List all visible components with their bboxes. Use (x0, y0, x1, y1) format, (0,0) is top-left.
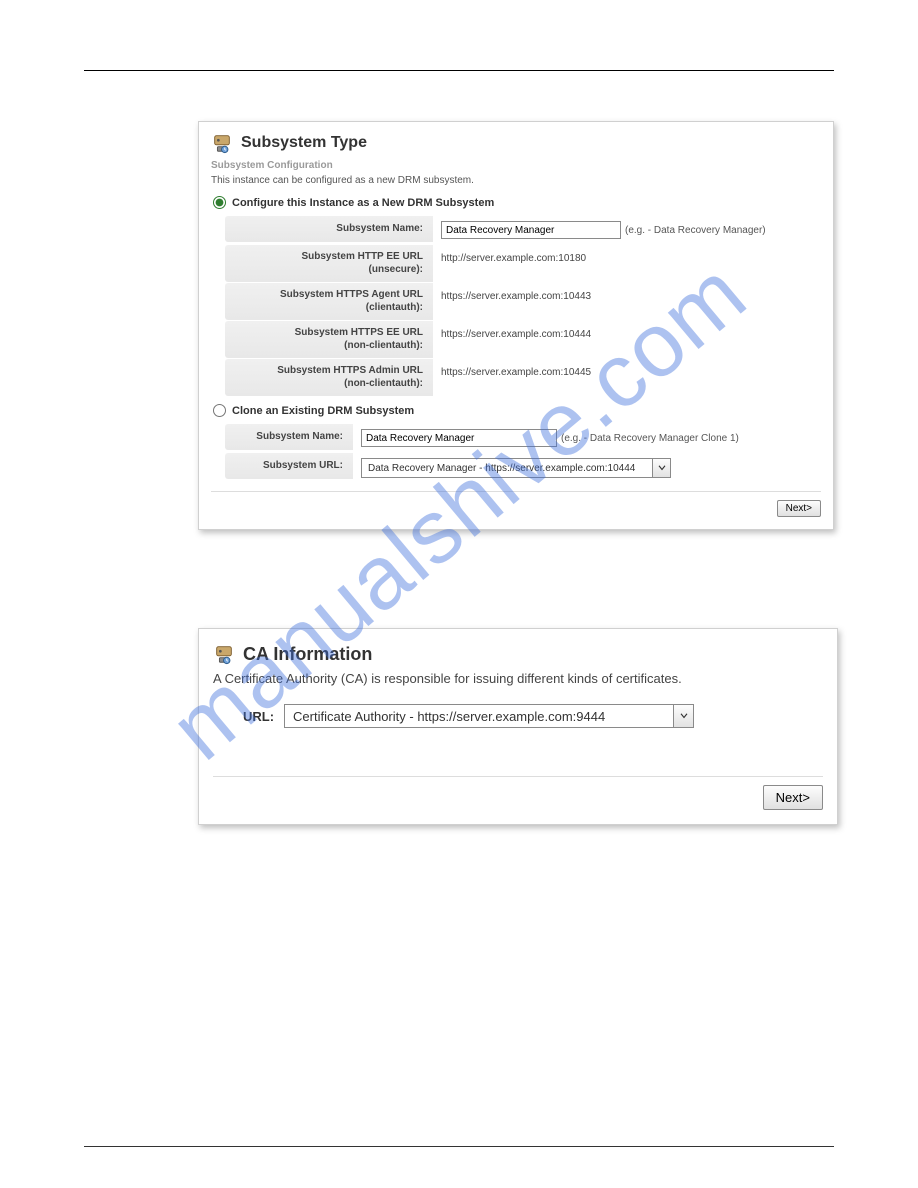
field-https-agent-url: Subsystem HTTPS Agent URL (clientauth): … (225, 282, 821, 320)
label-https-agent-url: Subsystem HTTPS Agent URL (clientauth): (225, 283, 433, 320)
panel-title: Subsystem Type (241, 134, 367, 152)
field-http-ee-url: Subsystem HTTP EE URL (unsecure): http:/… (225, 244, 821, 282)
select-clone-url-text: Data Recovery Manager - https://server.e… (362, 463, 652, 474)
server-icon (211, 132, 233, 154)
panel-subhead: Subsystem Configuration (211, 160, 821, 171)
bottom-divider (84, 1146, 834, 1147)
radio-new-input[interactable] (213, 196, 226, 209)
new-subsystem-fields: Subsystem Name: (e.g. - Data Recovery Ma… (225, 215, 821, 396)
input-clone-name[interactable] (361, 429, 557, 447)
label-clone-url: Subsystem URL: (225, 453, 353, 479)
subsystem-type-panel: Subsystem Type Subsystem Configuration T… (198, 121, 834, 530)
panel-title: CA Information (243, 644, 372, 665)
chevron-down-icon (652, 459, 670, 477)
value-http-ee-url: http://server.example.com:10180 (433, 245, 821, 271)
label-subsystem-name: Subsystem Name: (225, 216, 433, 242)
select-ca-url-text: Certificate Authority - https://server.e… (285, 707, 673, 726)
input-subsystem-name[interactable] (441, 221, 621, 239)
value-https-ee-url: https://server.example.com:10444 (433, 321, 821, 347)
select-clone-url[interactable]: Data Recovery Manager - https://server.e… (361, 458, 671, 478)
label-http-ee-url: Subsystem HTTP EE URL (unsecure): (225, 245, 433, 282)
field-subsystem-name: Subsystem Name: (e.g. - Data Recovery Ma… (225, 215, 821, 244)
panel-title-row: Subsystem Type (211, 132, 821, 154)
radio-new-subsystem[interactable]: Configure this Instance as a New DRM Sub… (213, 196, 821, 209)
hint-clone-name: (e.g. - Data Recovery Manager Clone 1) (561, 433, 739, 444)
radio-clone-label: Clone an Existing DRM Subsystem (232, 405, 414, 417)
chevron-down-icon (673, 705, 693, 727)
ca-information-panel: CA Information A Certificate Authority (… (198, 628, 838, 825)
value-https-admin-url: https://server.example.com:10445 (433, 359, 821, 385)
field-clone-url: Subsystem URL: Data Recovery Manager - h… (225, 452, 821, 483)
hint-subsystem-name: (e.g. - Data Recovery Manager) (625, 225, 766, 236)
radio-clone-subsystem[interactable]: Clone an Existing DRM Subsystem (213, 404, 821, 417)
label-clone-name: Subsystem Name: (225, 424, 353, 450)
next-button[interactable]: Next> (777, 500, 821, 517)
panel-title-row: CA Information (213, 643, 823, 665)
select-ca-url[interactable]: Certificate Authority - https://server.e… (284, 704, 694, 728)
next-button[interactable]: Next> (763, 785, 823, 810)
value-https-agent-url: https://server.example.com:10443 (433, 283, 821, 309)
ca-url-row: URL: Certificate Authority - https://ser… (243, 704, 823, 728)
field-clone-name: Subsystem Name: (e.g. - Data Recovery Ma… (225, 423, 821, 452)
panel-intro: A Certificate Authority (CA) is responsi… (213, 671, 823, 686)
button-bar: Next> (213, 776, 823, 810)
button-bar: Next> (211, 491, 821, 517)
label-https-ee-url: Subsystem HTTPS EE URL (non-clientauth): (225, 321, 433, 358)
clone-subsystem-fields: Subsystem Name: (e.g. - Data Recovery Ma… (225, 423, 821, 483)
label-https-admin-url: Subsystem HTTPS Admin URL (non-clientaut… (225, 359, 433, 396)
field-https-admin-url: Subsystem HTTPS Admin URL (non-clientaut… (225, 358, 821, 396)
server-icon (213, 643, 235, 665)
top-divider (84, 70, 834, 71)
field-https-ee-url: Subsystem HTTPS EE URL (non-clientauth):… (225, 320, 821, 358)
radio-new-label: Configure this Instance as a New DRM Sub… (232, 197, 494, 209)
label-ca-url: URL: (243, 709, 274, 724)
panel-intro: This instance can be configured as a new… (211, 175, 821, 186)
radio-clone-input[interactable] (213, 404, 226, 417)
